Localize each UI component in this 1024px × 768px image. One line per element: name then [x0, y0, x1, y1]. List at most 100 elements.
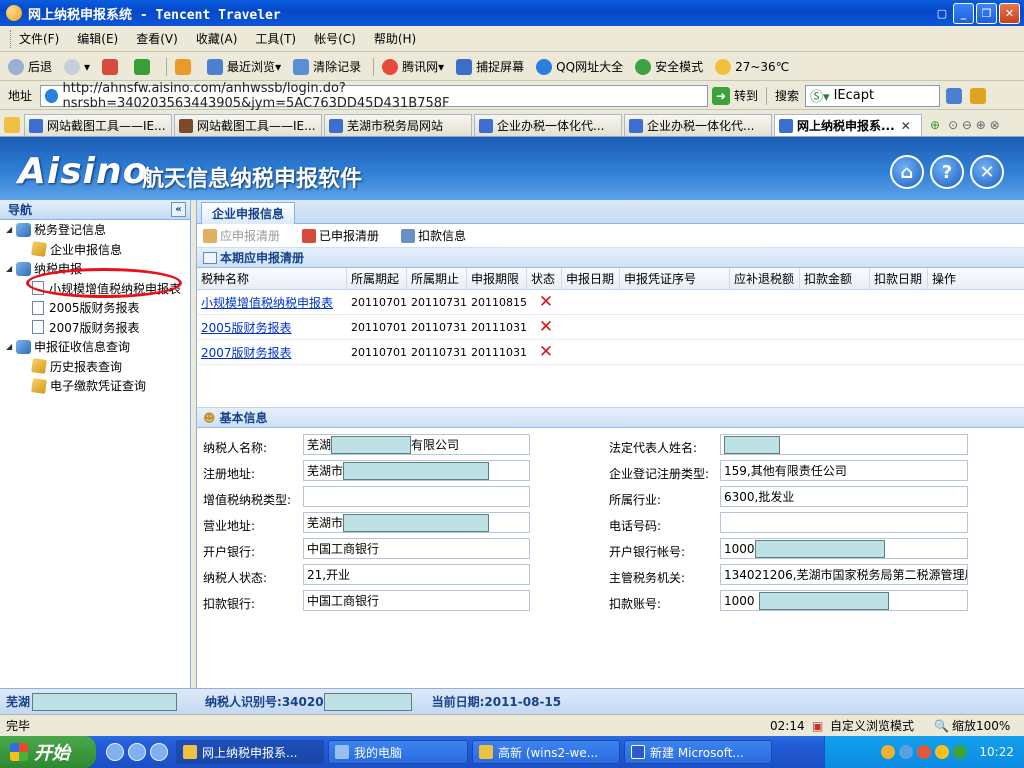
stop-button[interactable] — [102, 58, 122, 75]
reg-address-field[interactable]: 芜湖市 — [303, 460, 530, 481]
pending-list-button[interactable]: 应申报清册 — [203, 227, 280, 244]
search-icon[interactable] — [946, 87, 963, 104]
browser-tab[interactable]: 企业办税一体化代... — [624, 114, 772, 136]
minimize-button[interactable]: _ — [953, 3, 974, 24]
reg-type-field[interactable]: 159,其他有限责任公司 — [720, 460, 968, 481]
home-button[interactable] — [175, 58, 195, 75]
pencil-icon[interactable] — [970, 87, 987, 104]
bank-field[interactable]: 中国工商银行 — [303, 538, 530, 559]
clear-history-button[interactable]: 清除记录 — [293, 58, 361, 75]
row-link[interactable]: 2007版财务报表 — [201, 344, 292, 361]
ie-icon[interactable] — [106, 743, 124, 761]
column-header[interactable]: 应补退税额 — [730, 268, 800, 289]
column-header[interactable]: 状态 — [527, 268, 562, 289]
recent-button[interactable]: 最近浏览 ▾ — [207, 58, 281, 75]
deduction-info-button[interactable]: 扣款信息 — [401, 227, 466, 244]
taxpayer-name-field[interactable]: 芜湖 有限公司 — [303, 434, 530, 455]
nav-item-history[interactable]: 历史报表查询 — [0, 357, 190, 377]
row-link[interactable]: 2005版财务报表 — [201, 319, 292, 336]
task-button[interactable]: 我的电脑 — [328, 740, 468, 764]
menu-account[interactable]: 帐号(C) — [314, 30, 356, 47]
chat-icon[interactable]: ▢ — [933, 3, 951, 24]
tencent-button[interactable]: 腾讯网 ▾ — [382, 58, 444, 75]
column-header[interactable]: 税种名称 — [197, 268, 347, 289]
go-button[interactable]: ➜ 转到 — [712, 86, 758, 105]
menu-favorites[interactable]: 收藏(A) — [196, 30, 238, 47]
menu-edit[interactable]: 编辑(E) — [77, 30, 118, 47]
nav-item-small-vat[interactable]: 小规模增值税纳税申报表 — [0, 279, 190, 299]
column-header[interactable]: 申报日期 — [562, 268, 620, 289]
task-button[interactable]: 高新 (wins2-we... — [472, 740, 620, 764]
nav-item-company-info[interactable]: 企业申报信息 — [0, 240, 190, 260]
maximize-button[interactable]: ❐ — [976, 3, 997, 24]
safe-mode-button[interactable]: 安全模式 — [635, 58, 703, 75]
menu-file[interactable]: 文件(F) — [19, 30, 59, 47]
collapse-icon[interactable]: « — [171, 202, 186, 217]
qq-nav-button[interactable]: QQ网址大全 — [536, 58, 623, 75]
browser-tab[interactable]: 芜湖市税务局网站 — [324, 114, 472, 136]
tray-icon[interactable] — [917, 745, 932, 759]
menu-view[interactable]: 查看(V) — [136, 30, 178, 47]
tray-icon[interactable] — [953, 745, 968, 759]
nav-item-2007-report[interactable]: 2007版财务报表 — [0, 318, 190, 338]
browser-icon[interactable] — [150, 743, 168, 761]
new-tab-icon[interactable]: ⊕ — [930, 118, 940, 132]
browser-tab[interactable]: 网站截图工具——IE... — [174, 114, 322, 136]
browser-tab-active[interactable]: 网上纳税申报系... ✕ — [774, 114, 922, 136]
column-header[interactable]: 申报凭证序号 — [620, 268, 730, 289]
clock[interactable]: 10:22 — [979, 745, 1014, 759]
menu-tools[interactable]: 工具(T) — [255, 30, 296, 47]
nav-item-e-receipt[interactable]: 电子缴款凭证查询 — [0, 376, 190, 396]
back-button[interactable]: 后退 — [8, 58, 52, 75]
bank-account-field[interactable]: 1000 — [720, 538, 968, 559]
column-header[interactable]: 扣款金额 — [800, 268, 870, 289]
declared-list-button[interactable]: 已申报清册 — [302, 227, 379, 244]
table-row[interactable]: 2005版财务报表 20110701 20110731 20111031 ✕ — [197, 315, 1024, 340]
taxpayer-status-field[interactable]: 21,开业 — [303, 564, 530, 585]
tray-icon[interactable] — [899, 745, 914, 759]
nav-item-2005-report[interactable]: 2005版财务报表 — [0, 298, 190, 318]
table-row[interactable]: 小规模增值税纳税申报表 20110701 20110731 20110815 ✕ — [197, 290, 1024, 315]
browser-tab[interactable]: 企业办税一体化代... — [474, 114, 622, 136]
column-header[interactable]: 所属期止 — [407, 268, 467, 289]
help-icon[interactable]: ? — [930, 155, 964, 189]
start-button[interactable]: 开始 — [0, 736, 96, 768]
table-row[interactable]: 2007版财务报表 20110701 20110731 20111031 ✕ — [197, 340, 1024, 365]
zoom-level[interactable]: 缩放100% — [952, 717, 1010, 734]
favorites-icon[interactable] — [4, 117, 20, 133]
nav-group-query[interactable]: ◢ 申报征收信息查询 — [0, 337, 190, 357]
task-button[interactable]: 网上纳税申报系... — [176, 740, 324, 764]
tab-company-declaration[interactable]: 企业申报信息 — [201, 202, 296, 224]
forward-button[interactable]: ▾ — [64, 58, 90, 75]
tax-authority-field[interactable]: 134021206,芜湖市国家税务局第二税源管理局 — [720, 564, 968, 585]
exit-icon[interactable]: ✕ — [970, 155, 1004, 189]
biz-address-field[interactable]: 芜湖市 — [303, 512, 530, 533]
nav-group-registration[interactable]: ◢ 税务登记信息 — [0, 220, 190, 240]
task-button[interactable]: 新建 Microsoft... — [624, 740, 772, 764]
industry-field[interactable]: 6300,批发业 — [720, 486, 968, 507]
url-input[interactable]: http://ahnsfw.aisino.com/anhwssb/login.d… — [40, 81, 709, 111]
phone-field[interactable] — [720, 512, 968, 533]
weather-widget[interactable]: 27~36℃ — [715, 58, 789, 75]
close-button[interactable]: ✕ — [999, 3, 1020, 24]
deduct-account-field[interactable]: 1000 — [720, 590, 968, 611]
menu-help[interactable]: 帮助(H) — [374, 30, 416, 47]
refresh-button[interactable] — [134, 58, 154, 75]
browse-mode[interactable]: 自定义浏览模式 — [830, 717, 914, 734]
row-link[interactable]: 小规模增值税纳税申报表 — [201, 294, 333, 311]
vat-type-field[interactable] — [303, 486, 530, 507]
tray-icon[interactable] — [881, 745, 896, 759]
column-header[interactable]: 所属期起 — [347, 268, 407, 289]
capture-button[interactable]: 捕捉屏幕 — [456, 58, 524, 75]
column-header[interactable]: 操作 — [928, 268, 988, 289]
browser-tab[interactable]: 网站截图工具——IE... — [24, 114, 172, 136]
tab-controls-icon[interactable]: ⊙ ⊖ ⊕ ⊗ — [948, 118, 1000, 132]
legal-rep-field[interactable] — [720, 434, 968, 455]
tray-icon[interactable] — [935, 745, 950, 759]
column-header[interactable]: 扣款日期 — [870, 268, 928, 289]
desktop-icon[interactable] — [128, 743, 146, 761]
search-input[interactable]: Ⓢ▾ IEcapt — [805, 84, 941, 107]
deduct-bank-field[interactable]: 中国工商银行 — [303, 590, 530, 611]
column-header[interactable]: 申报期限 — [467, 268, 527, 289]
lock-icon[interactable]: ⌂ — [890, 155, 924, 189]
